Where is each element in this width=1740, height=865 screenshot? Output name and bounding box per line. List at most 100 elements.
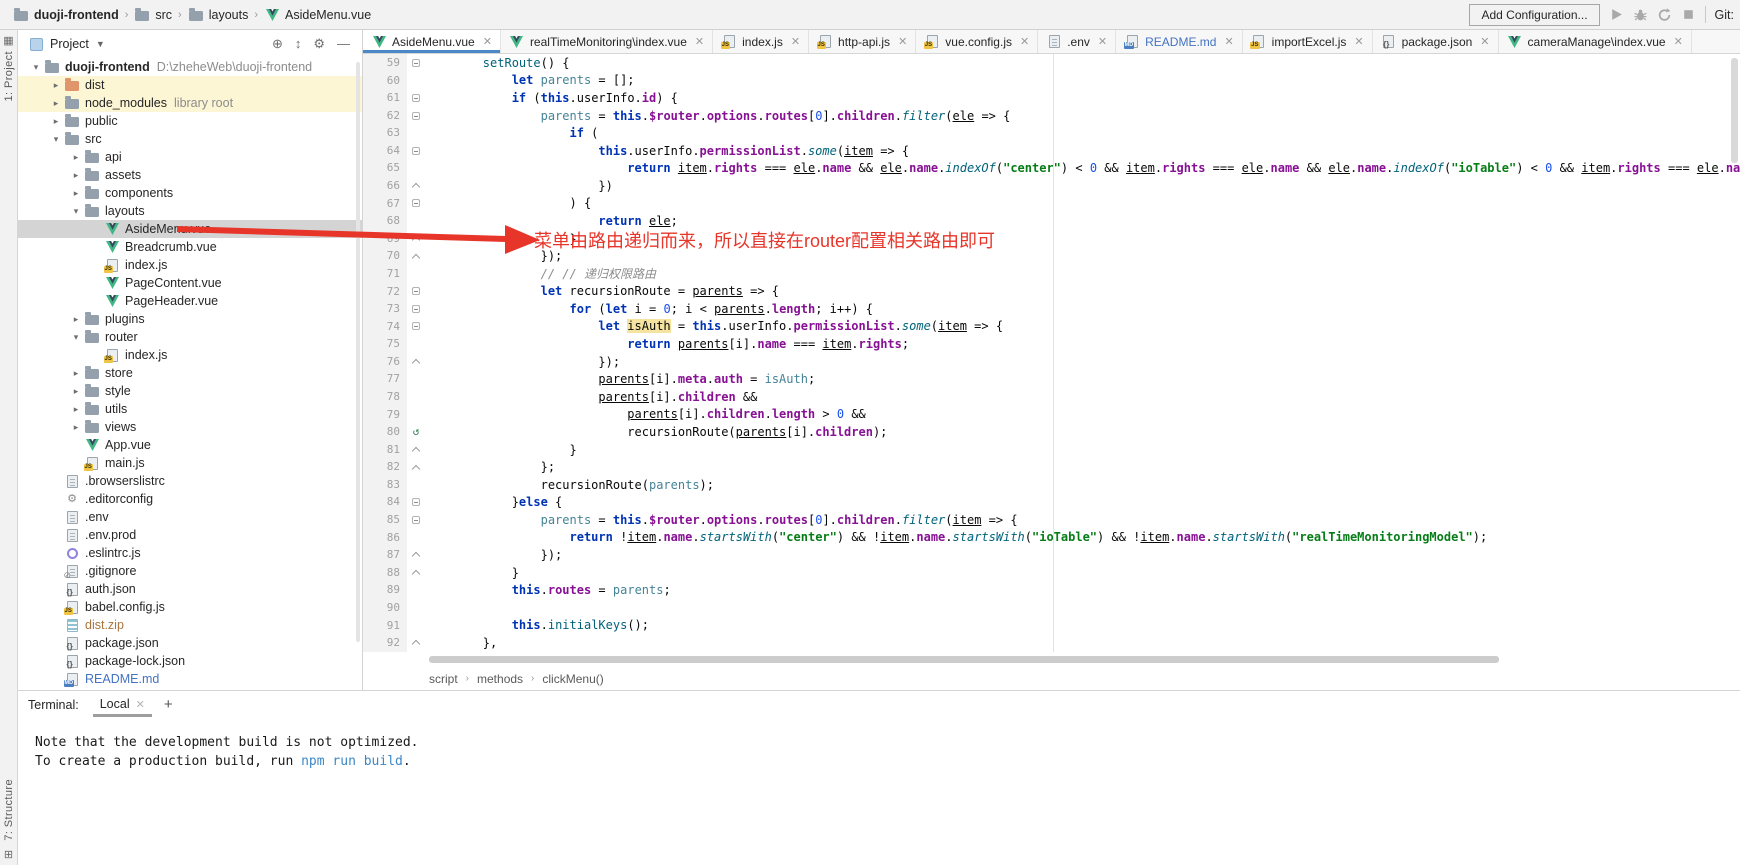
close-icon[interactable]: ✕ [483, 35, 492, 48]
close-icon[interactable]: ✕ [898, 35, 907, 48]
nav-item-asidemenu-vue[interactable]: AsideMenu.vue [261, 7, 374, 22]
tree-item-index-js[interactable]: JSindex.js [18, 256, 362, 274]
tree-item--eslintrc-js[interactable]: .eslintrc.js [18, 544, 362, 562]
tree-item--browserslistrc[interactable]: .browserslistrc [18, 472, 362, 490]
fold-collapse-icon[interactable] [407, 511, 425, 529]
close-icon[interactable]: ✕ [791, 35, 800, 48]
code-breadcrumb-methods[interactable]: methods [477, 672, 523, 686]
editor-tab-asidemenu-vue[interactable]: AsideMenu.vue✕ [363, 30, 501, 53]
tree-item-auth-json[interactable]: {}auth.json [18, 580, 362, 598]
editor-tab--env[interactable]: .env✕ [1038, 30, 1116, 53]
coverage-icon[interactable] [1657, 7, 1672, 22]
fold-end-icon[interactable] [407, 634, 425, 652]
tree-item-main-js[interactable]: JSmain.js [18, 454, 362, 472]
tree-item-package-lock-json[interactable]: {}package-lock.json [18, 652, 362, 670]
fold-end-icon[interactable] [407, 458, 425, 476]
close-icon[interactable]: ✕ [136, 698, 145, 711]
close-icon[interactable]: ✕ [1480, 35, 1489, 48]
tree-item-asidemenu-vue[interactable]: AsideMenu.vue [18, 220, 362, 238]
project-scrollbar[interactable] [356, 62, 360, 642]
fold-end-icon[interactable] [407, 441, 425, 459]
tree-item-dist-zip[interactable]: dist.zip [18, 616, 362, 634]
tree-item-utils[interactable]: ▸utils [18, 400, 362, 418]
editor-tab-cameramanage-index-vue[interactable]: cameraManage\index.vue✕ [1499, 30, 1692, 53]
editor-tab-realtimemonitoring-index-vue[interactable]: realTimeMonitoring\index.vue✕ [501, 30, 713, 53]
chevron-right-icon[interactable]: ▸ [68, 422, 84, 433]
fold-end-icon[interactable] [407, 564, 425, 582]
collapse-all-icon[interactable]: ↕ [295, 36, 302, 52]
fold-end-icon[interactable] [407, 230, 425, 248]
chevron-right-icon[interactable]: ▸ [68, 152, 84, 163]
stripe-structure-label[interactable]: 7: Structure [3, 779, 15, 841]
fold-end-icon[interactable] [407, 247, 425, 265]
chevron-right-icon[interactable]: ▸ [68, 188, 84, 199]
nav-item-layouts[interactable]: layouts [185, 7, 252, 22]
tree-item--env[interactable]: .env [18, 508, 362, 526]
close-icon[interactable]: ✕ [1674, 35, 1683, 48]
tool-window-switcher-icon[interactable]: ⊞ [4, 849, 13, 861]
editor-tab-readme-md[interactable]: MDREADME.md✕ [1116, 30, 1243, 53]
fold-collapse-icon[interactable] [407, 283, 425, 301]
debug-icon[interactable] [1633, 7, 1648, 22]
add-configuration-button[interactable]: Add Configuration... [1469, 4, 1599, 26]
tree-item-views[interactable]: ▸views [18, 418, 362, 436]
code-breadcrumb-clickmenu-[interactable]: clickMenu() [542, 672, 603, 686]
terminal-output[interactable]: Note that the development build is not o… [18, 718, 1740, 771]
recursion-icon[interactable]: ↺ [407, 423, 425, 441]
tree-item-api[interactable]: ▸api [18, 148, 362, 166]
tree-item-node-modules[interactable]: ▸node_moduleslibrary root [18, 94, 362, 112]
chevron-right-icon[interactable]: ▸ [68, 386, 84, 397]
fold-collapse-icon[interactable] [407, 142, 425, 160]
tree-item-duoji-frontend[interactable]: ▾duoji-frontendD:\zheheWeb\duoji-fronten… [18, 58, 362, 76]
tree-item-style[interactable]: ▸style [18, 382, 362, 400]
tree-item-router[interactable]: ▾router [18, 328, 362, 346]
chevron-right-icon[interactable]: ▸ [68, 368, 84, 379]
chevron-right-icon[interactable]: ▸ [48, 116, 64, 127]
code-breadcrumb-script[interactable]: script [429, 672, 458, 686]
fold-collapse-icon[interactable] [407, 89, 425, 107]
fold-collapse-icon[interactable] [407, 493, 425, 511]
tree-item-public[interactable]: ▸public [18, 112, 362, 130]
fold-collapse-icon[interactable] [407, 318, 425, 336]
fold-end-icon[interactable] [407, 177, 425, 195]
stop-icon[interactable] [1681, 7, 1696, 22]
tree-item-store[interactable]: ▸store [18, 364, 362, 382]
chevron-right-icon[interactable]: ▸ [68, 314, 84, 325]
tree-item-breadcrumb-vue[interactable]: Breadcrumb.vue [18, 238, 362, 256]
git-label[interactable]: Git: [1715, 8, 1734, 22]
terminal-tab-local[interactable]: Local ✕ [93, 692, 152, 717]
tree-item-package-json[interactable]: {}package.json [18, 634, 362, 652]
close-icon[interactable]: ✕ [695, 35, 704, 48]
tree-item-src[interactable]: ▾src [18, 130, 362, 148]
chevron-down-icon[interactable]: ▾ [48, 134, 64, 145]
nav-item-duoji-frontend[interactable]: duoji-frontend [10, 7, 122, 22]
chevron-right-icon[interactable]: ▸ [48, 98, 64, 109]
fold-collapse-icon[interactable] [407, 54, 425, 72]
close-icon[interactable]: ✕ [1098, 35, 1107, 48]
tree-item-layouts[interactable]: ▾layouts [18, 202, 362, 220]
tree-item-components[interactable]: ▸components [18, 184, 362, 202]
chevron-right-icon[interactable]: ▸ [68, 170, 84, 181]
editor-tab-http-api-js[interactable]: JShttp-api.js✕ [809, 30, 916, 53]
tree-item-dist[interactable]: ▸dist [18, 76, 362, 94]
editor-tab-importexcel-js[interactable]: JSimportExcel.js✕ [1243, 30, 1373, 53]
run-icon[interactable] [1609, 7, 1624, 22]
new-terminal-icon[interactable]: + [164, 696, 173, 713]
chevron-down-icon[interactable]: ▼ [96, 39, 105, 49]
tree-item-plugins[interactable]: ▸plugins [18, 310, 362, 328]
tree-item--editorconfig[interactable]: ⚙.editorconfig [18, 490, 362, 508]
stripe-project-label[interactable]: 1: Project [3, 51, 15, 101]
fold-end-icon[interactable] [407, 353, 425, 371]
fold-collapse-icon[interactable] [407, 107, 425, 125]
locate-icon[interactable]: ⊕ [272, 36, 283, 52]
tree-item--gitignore[interactable]: ⊘.gitignore [18, 562, 362, 580]
tree-item-app-vue[interactable]: App.vue [18, 436, 362, 454]
tree-item-pageheader-vue[interactable]: PageHeader.vue [18, 292, 362, 310]
hide-icon[interactable]: — [337, 36, 350, 52]
nav-item-src[interactable]: src [131, 7, 175, 22]
fold-collapse-icon[interactable] [407, 300, 425, 318]
tree-item-pagecontent-vue[interactable]: PageContent.vue [18, 274, 362, 292]
editor-tab-index-js[interactable]: JSindex.js✕ [713, 30, 809, 53]
chevron-right-icon[interactable]: ▸ [48, 80, 64, 91]
close-icon[interactable]: ✕ [1224, 35, 1233, 48]
